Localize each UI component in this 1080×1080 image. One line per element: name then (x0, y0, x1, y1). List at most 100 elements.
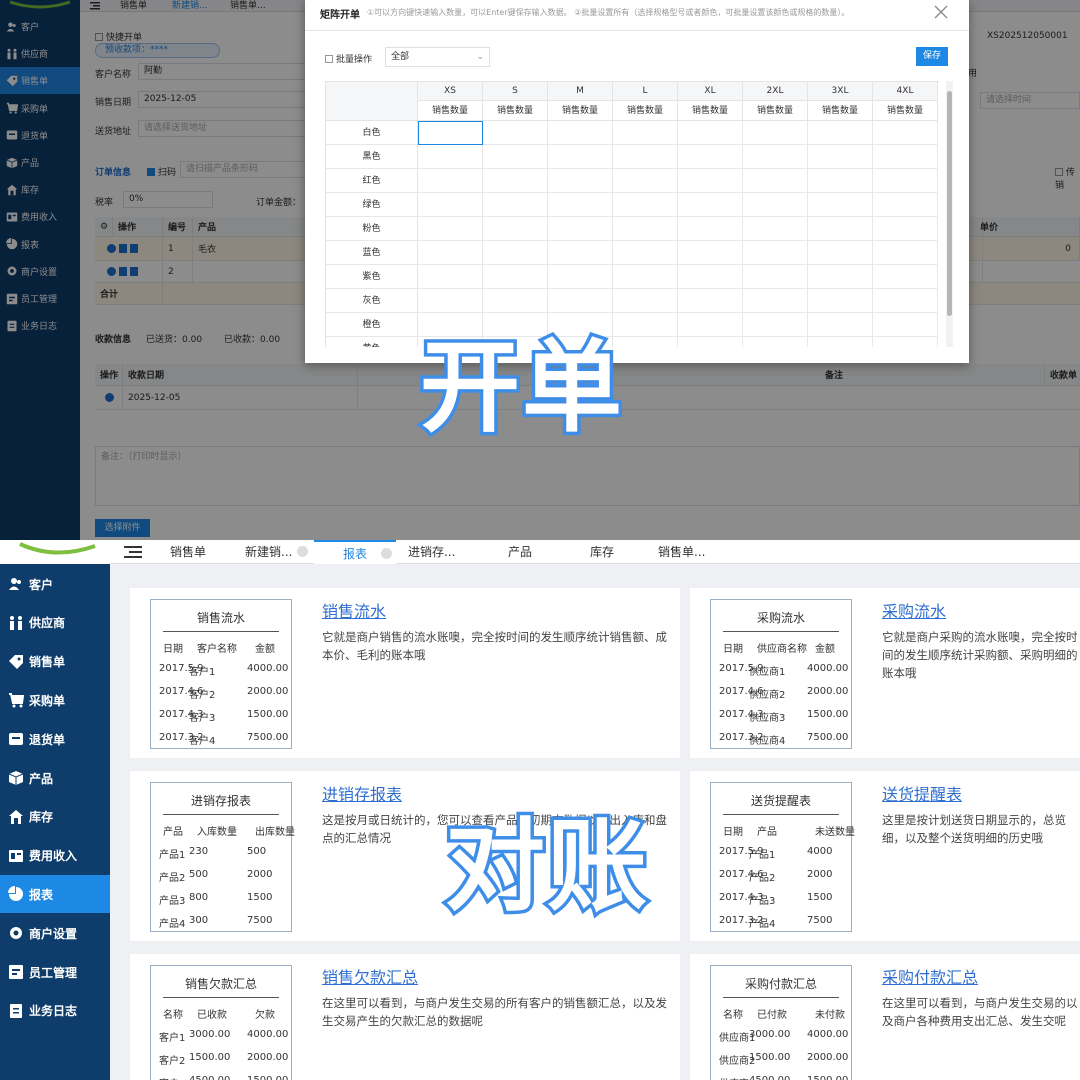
qty-cell[interactable] (743, 313, 808, 337)
qty-cell[interactable] (808, 337, 873, 347)
qty-cell[interactable] (808, 193, 873, 217)
qty-cell[interactable] (808, 313, 873, 337)
qty-cell[interactable] (808, 241, 873, 265)
qty-cell[interactable] (613, 265, 678, 289)
qty-cell[interactable] (678, 241, 743, 265)
report-link[interactable]: 进销存报表 (322, 781, 402, 805)
qty-cell[interactable] (678, 337, 743, 347)
report-link[interactable]: 采购流水 (882, 598, 946, 622)
qty-cell[interactable] (873, 337, 938, 347)
qty-cell[interactable] (418, 289, 483, 313)
tab-4[interactable]: 产品 (508, 540, 532, 564)
qty-cell[interactable] (483, 289, 548, 313)
qty-cell[interactable] (483, 121, 548, 145)
report-link[interactable]: 销售流水 (322, 598, 386, 622)
qty-cell[interactable] (808, 217, 873, 241)
qty-cell[interactable] (418, 265, 483, 289)
save-button[interactable]: 保存 (916, 47, 948, 66)
qty-cell[interactable] (418, 217, 483, 241)
sidebar-item-return[interactable]: 退货单 (0, 720, 110, 758)
qty-cell[interactable] (873, 241, 938, 265)
report-link[interactable]: 送货提醒表 (882, 781, 962, 805)
tab-6[interactable]: 销售单... (658, 540, 705, 564)
qty-cell[interactable] (548, 193, 613, 217)
bottom-menu-icon[interactable] (124, 545, 142, 559)
qty-cell[interactable] (743, 217, 808, 241)
report-card[interactable]: 采购付款汇总 名称 已付款 未付款 供应商1 3000.00 4000.00 供应商2 150… (690, 954, 1080, 1080)
qty-cell[interactable] (678, 145, 743, 169)
qty-cell[interactable] (808, 145, 873, 169)
qty-cell[interactable] (678, 121, 743, 145)
qty-cell[interactable] (743, 265, 808, 289)
qty-cell[interactable] (418, 193, 483, 217)
qty-cell[interactable] (873, 193, 938, 217)
qty-cell[interactable] (613, 145, 678, 169)
qty-cell[interactable] (678, 289, 743, 313)
sidebar-item-chart[interactable]: 报表 (0, 875, 110, 914)
qty-cell[interactable] (613, 241, 678, 265)
qty-cell[interactable] (418, 169, 483, 193)
qty-cell[interactable] (418, 145, 483, 169)
qty-cell[interactable] (613, 121, 678, 145)
tab-1[interactable]: 新建销... (245, 540, 309, 564)
qty-cell[interactable] (873, 169, 938, 193)
qty-cell[interactable] (808, 169, 873, 193)
qty-cell[interactable] (808, 121, 873, 145)
qty-cell[interactable] (548, 169, 613, 193)
batch-op-checkbox[interactable]: 批量操作 (325, 52, 372, 65)
qty-cell[interactable] (613, 169, 678, 193)
tab-0[interactable]: 销售单 (170, 540, 206, 564)
qty-cell[interactable] (873, 265, 938, 289)
sidebar-item-user[interactable]: 客户 (0, 565, 110, 603)
qty-cell[interactable] (678, 265, 743, 289)
sidebar-item-staff[interactable]: 员工管理 (0, 953, 110, 991)
tab-close-icon[interactable] (297, 546, 309, 557)
qty-cell[interactable] (418, 121, 483, 145)
report-link[interactable]: 采购付款汇总 (882, 964, 978, 988)
report-link[interactable]: 销售欠款汇总 (322, 964, 418, 988)
qty-cell[interactable] (743, 337, 808, 347)
sidebar-item-tag[interactable]: 销售单 (0, 643, 110, 681)
qty-cell[interactable] (873, 121, 938, 145)
qty-cell[interactable] (483, 169, 548, 193)
qty-cell[interactable] (743, 145, 808, 169)
qty-cell[interactable] (808, 289, 873, 313)
tab-3[interactable]: 进销存... (408, 540, 455, 564)
close-icon[interactable] (933, 4, 949, 20)
qty-cell[interactable] (613, 289, 678, 313)
report-card[interactable]: 送货提醒表 日期 产品 未送数量 2017.5.9 产品1 4000 2017.4.6 产品2… (690, 771, 1080, 941)
sidebar-item-gear[interactable]: 商户设置 (0, 914, 110, 952)
tab-close-icon[interactable] (381, 548, 392, 559)
report-card[interactable]: 销售欠款汇总 名称 已收款 欠款 客户1 3000.00 4000.00 客户2 1500.0… (130, 954, 680, 1080)
sidebar-item-money[interactable]: 费用收入 (0, 837, 110, 875)
qty-cell[interactable] (678, 217, 743, 241)
qty-cell[interactable] (743, 289, 808, 313)
qty-cell[interactable] (873, 313, 938, 337)
qty-cell[interactable] (548, 241, 613, 265)
qty-cell[interactable] (483, 145, 548, 169)
tab-5[interactable]: 库存 (590, 540, 614, 564)
qty-cell[interactable] (483, 241, 548, 265)
sidebar-item-cart[interactable]: 采购单 (0, 681, 110, 719)
qty-cell[interactable] (418, 241, 483, 265)
qty-cell[interactable] (743, 121, 808, 145)
qty-cell[interactable] (873, 145, 938, 169)
report-card[interactable]: 销售流水 日期 客户名称 金额 2017.5.9 客户1 4000.00 2017.4.6 客… (130, 588, 680, 758)
qty-cell[interactable] (483, 265, 548, 289)
qty-cell[interactable] (808, 265, 873, 289)
qty-cell[interactable] (678, 169, 743, 193)
qty-cell[interactable] (873, 217, 938, 241)
qty-cell[interactable] (613, 193, 678, 217)
sidebar-item-log[interactable]: 业务日志 (0, 992, 110, 1030)
qty-cell[interactable] (743, 241, 808, 265)
qty-cell[interactable] (678, 313, 743, 337)
qty-cell[interactable] (548, 145, 613, 169)
qty-cell[interactable] (548, 217, 613, 241)
qty-cell[interactable] (548, 121, 613, 145)
qty-cell[interactable] (483, 217, 548, 241)
qty-cell[interactable] (743, 169, 808, 193)
qty-cell[interactable] (873, 289, 938, 313)
sidebar-item-warehouse[interactable]: 库存 (0, 798, 110, 836)
sidebar-item-box[interactable]: 产品 (0, 759, 110, 797)
qty-cell[interactable] (678, 193, 743, 217)
